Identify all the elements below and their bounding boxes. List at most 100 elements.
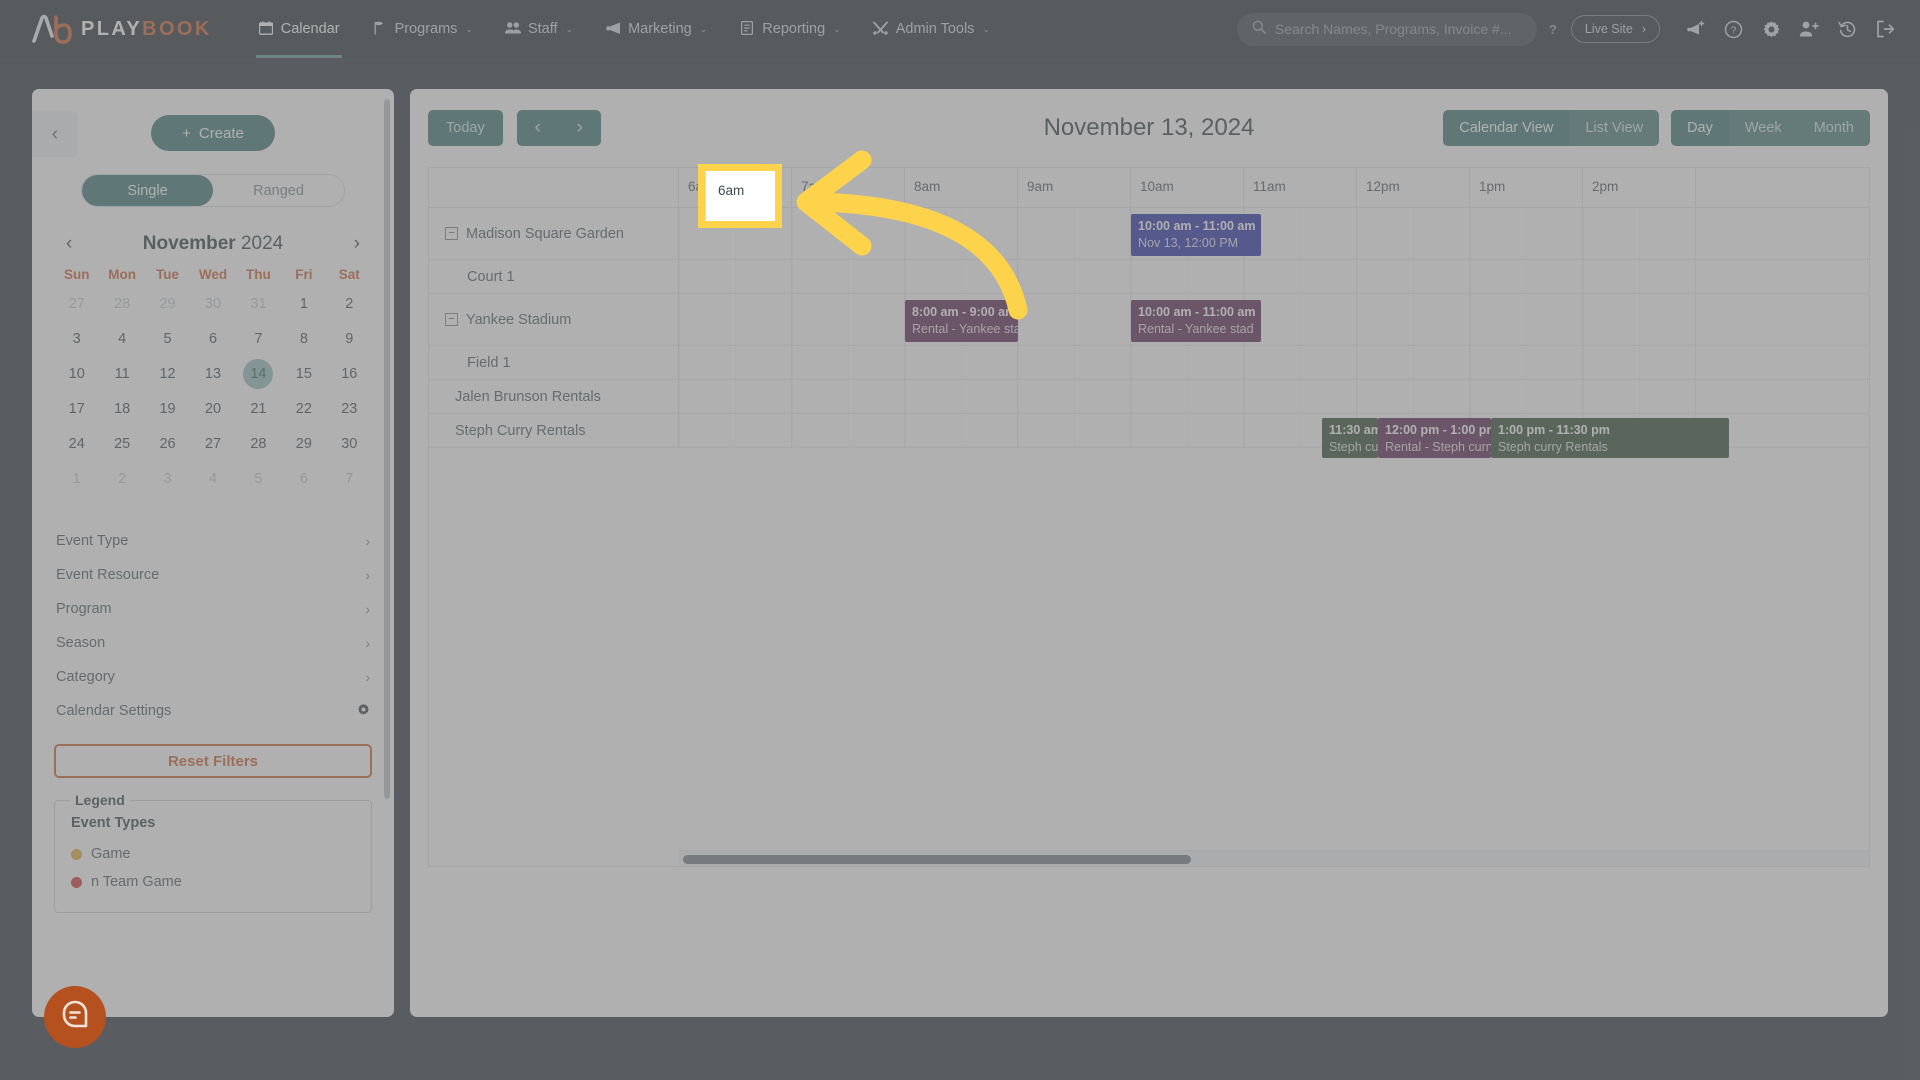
filter-row-category[interactable]: Category › [54,660,372,694]
mini-calendar-day[interactable]: 26 [145,426,190,461]
mini-calendar-day[interactable]: 4 [99,321,144,356]
row-lanes[interactable]: 11:30 am Steph cur 12:00 pm - 1:00 pm Renta… [679,414,1869,458]
calendar-event[interactable]: 1:00 pm - 11:30 pm Steph curry Rentals [1491,418,1729,458]
mini-calendar-day[interactable]: 3 [145,461,190,496]
time-slot-7am[interactable] [792,294,905,345]
nav-item-calendar[interactable]: Calendar [244,0,354,58]
time-slot-10am[interactable] [1131,380,1244,413]
collapse-toggle-icon[interactable]: − [445,313,458,326]
tab-list-view[interactable]: List View [1569,110,1660,146]
mini-calendar-day[interactable]: 29 [281,426,326,461]
search-help-badge[interactable]: ? [1549,22,1557,37]
time-slot-7am[interactable] [792,414,905,447]
time-slot-8am[interactable] [905,208,1018,259]
logout-icon[interactable] [1868,12,1902,46]
gear-icon[interactable] [1754,12,1788,46]
mini-calendar-day[interactable]: 6 [281,461,326,496]
time-slot-9am[interactable] [1018,414,1131,447]
mini-calendar-day[interactable]: 6 [190,321,235,356]
time-slot-8am[interactable] [905,346,1018,379]
time-slot-12pm[interactable] [1357,208,1470,259]
global-search[interactable] [1236,12,1537,46]
mini-calendar-day[interactable]: 13 [190,356,235,391]
time-slot-9am[interactable] [1018,294,1131,345]
time-slot-1pm[interactable] [1470,208,1583,259]
calendar-event[interactable]: 10:00 am - 11:00 am Rental - Yankee stad [1131,300,1261,342]
mini-calendar-day[interactable]: 1 [281,286,326,321]
time-slot-7am[interactable] [792,208,905,259]
time-slot-11am[interactable] [1244,260,1357,293]
nav-item-staff[interactable]: Staff ⌄ [491,0,587,58]
row-lanes[interactable] [679,346,1869,379]
time-slot-7am[interactable] [792,380,905,413]
next-day-button[interactable]: › [559,117,601,139]
calendar-event[interactable]: 10:00 am - 11:00 am Nov 13, 12:00 PM [1131,214,1261,256]
help-circle-icon[interactable]: ? [1716,12,1750,46]
live-site-button[interactable]: Live Site › [1570,15,1660,43]
nav-item-admin-tools[interactable]: Admin Tools ⌄ [859,0,1004,58]
tab-month[interactable]: Month [1797,110,1870,146]
create-button[interactable]: + Create [151,115,275,151]
time-slot-9am[interactable] [1018,346,1131,379]
sidebar-collapse-button[interactable]: ‹ [32,111,78,157]
filter-row-event-type[interactable]: Event Type › [54,524,372,558]
time-slot-12pm[interactable] [1357,260,1470,293]
time-slot-7am[interactable] [792,346,905,379]
calendar-event[interactable]: 8:00 am - 9:00 am Rental - Yankee stad [905,300,1018,342]
mini-calendar-day[interactable]: 5 [236,461,281,496]
time-slot-1pm[interactable] [1470,380,1583,413]
mini-calendar-prev-icon[interactable]: ‹ [60,233,78,255]
mini-calendar-day[interactable]: 1 [54,461,99,496]
time-slot-9am[interactable] [1018,208,1131,259]
mini-calendar-day[interactable]: 17 [54,391,99,426]
mini-calendar-day[interactable]: 5 [145,321,190,356]
tab-calendar-view[interactable]: Calendar View [1443,110,1570,146]
add-user-icon[interactable] [1792,12,1826,46]
mini-calendar-day[interactable]: 30 [190,286,235,321]
mini-calendar-day[interactable]: 25 [99,426,144,461]
time-slot-1pm[interactable] [1470,260,1583,293]
time-slot-8am[interactable] [905,380,1018,413]
time-slot-10am[interactable] [1131,414,1244,447]
calendar-event[interactable]: 12:00 pm - 1:00 pm Rental - Steph curry [1378,418,1491,458]
mini-calendar-day[interactable]: 14 [236,356,281,391]
mini-calendar-day[interactable]: 10 [54,356,99,391]
mini-calendar-day[interactable]: 16 [327,356,372,391]
time-slot-8am[interactable] [905,260,1018,293]
mini-calendar-day[interactable]: 2 [327,286,372,321]
mini-calendar-day[interactable]: 21 [236,391,281,426]
segment-single[interactable]: Single [82,175,213,206]
reset-filters-button[interactable]: Reset Filters [54,744,372,778]
mini-calendar-day[interactable]: 20 [190,391,235,426]
mini-calendar-day[interactable]: 28 [99,286,144,321]
time-slot-11am[interactable] [1244,380,1357,413]
row-lanes[interactable] [679,380,1869,413]
filter-row-program[interactable]: Program › [54,592,372,626]
mini-calendar-day[interactable]: 2 [99,461,144,496]
mini-calendar-day[interactable]: 27 [190,426,235,461]
mini-calendar-day[interactable]: 11 [99,356,144,391]
mini-calendar-day[interactable]: 22 [281,391,326,426]
time-slot-9am[interactable] [1018,260,1131,293]
segment-ranged[interactable]: Ranged [213,175,344,206]
filter-row-season[interactable]: Season › [54,626,372,660]
mini-calendar-day[interactable]: 23 [327,391,372,426]
mini-calendar-day[interactable]: 7 [327,461,372,496]
time-slot-11am[interactable] [1244,346,1357,379]
calendar-event[interactable]: 11:30 am Steph cur [1322,418,1378,458]
mini-calendar-day[interactable]: 31 [236,286,281,321]
row-lanes[interactable] [679,260,1869,293]
prev-day-button[interactable]: ‹ [517,117,559,139]
gear-icon[interactable] [357,703,370,719]
nav-item-marketing[interactable]: Marketing ⌄ [591,0,721,58]
mini-calendar-day[interactable]: 24 [54,426,99,461]
time-slot-12pm[interactable] [1357,294,1470,345]
tab-day[interactable]: Day [1671,110,1729,146]
calendar-horizontal-scrollbar[interactable] [679,850,1869,866]
tab-week[interactable]: Week [1728,110,1798,146]
history-icon[interactable] [1830,12,1864,46]
scrollbar-thumb[interactable] [683,855,1191,864]
collapse-toggle-icon[interactable]: − [445,227,458,240]
time-slot-12pm[interactable] [1357,380,1470,413]
mini-calendar-day[interactable]: 15 [281,356,326,391]
